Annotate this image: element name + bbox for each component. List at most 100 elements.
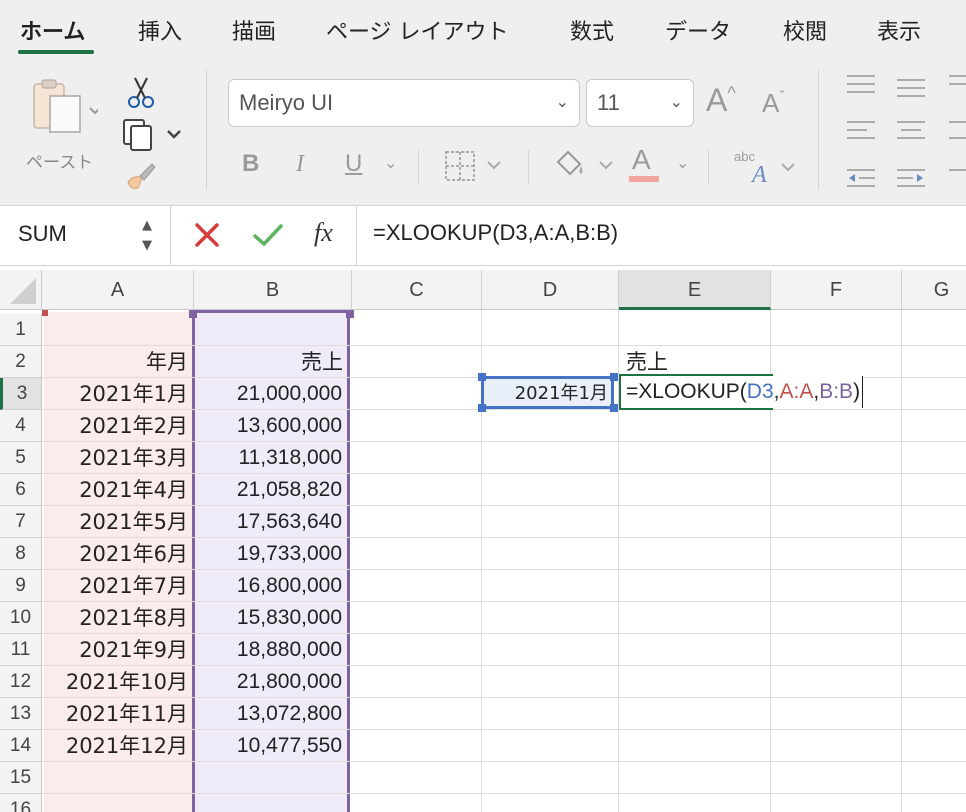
paste-button[interactable] [28, 76, 101, 138]
tab-draw[interactable]: 描画 [232, 14, 276, 46]
cell-sales[interactable]: 19,733,000 [195, 538, 347, 570]
cell-sales[interactable]: 17,563,640 [195, 506, 347, 538]
tab-data[interactable]: データ [665, 14, 731, 46]
column-header-c[interactable]: C [352, 270, 482, 310]
column-header-e[interactable]: E [619, 270, 771, 310]
chevron-down-icon: ⌄ [669, 94, 683, 111]
cell-b2[interactable]: 売上 [195, 346, 347, 378]
cell-sales[interactable]: 16,800,000 [195, 570, 347, 602]
row-header[interactable]: 8 [0, 538, 42, 570]
cell-sales[interactable]: 13,600,000 [195, 410, 347, 442]
tab-review[interactable]: 校閲 [783, 14, 827, 46]
shrink-font-button[interactable]: Aˇ [762, 88, 785, 118]
tab-view[interactable]: 表示 [877, 14, 921, 46]
row-header[interactable]: 16 [0, 794, 42, 812]
format-painter-button[interactable] [124, 160, 158, 196]
select-all-corner[interactable] [0, 270, 42, 310]
range-handle[interactable] [478, 373, 486, 381]
fill-color-button[interactable] [552, 148, 616, 186]
row-header[interactable]: 2 [0, 346, 42, 378]
text-orientation-icon: A [750, 158, 798, 190]
name-box-stepper[interactable]: ▲ ▼ [142, 216, 152, 256]
column-header-a[interactable]: A [42, 270, 194, 310]
underline-button[interactable]: U [345, 152, 362, 176]
tab-home[interactable]: ホーム [20, 14, 85, 46]
grow-font-button[interactable]: A^ [706, 84, 736, 116]
borders-icon [445, 151, 501, 181]
range-handle[interactable] [478, 404, 486, 412]
row-header[interactable]: 5 [0, 442, 42, 474]
cell-month[interactable]: 2021年11月 [44, 698, 192, 730]
row-header[interactable]: 7 [0, 506, 42, 538]
cell-sales[interactable]: 15,830,000 [195, 602, 347, 634]
cell-month[interactable]: 2021年8月 [44, 602, 192, 634]
caret-up-icon: ^ [727, 83, 736, 103]
row-header[interactable]: 9 [0, 570, 42, 602]
cell-d3[interactable]: 2021年1月 [481, 376, 614, 409]
row-header[interactable]: 11 [0, 634, 42, 666]
font-color-button[interactable]: A [632, 146, 651, 174]
insert-function-button[interactable]: fx [314, 218, 333, 248]
ribbon: ホーム 挿入 描画 ページ レイアウト 数式 データ 校閲 表示 ペースト Me… [0, 0, 966, 205]
row-header[interactable]: 10 [0, 602, 42, 634]
font-size-dropdown[interactable]: 11 ⌄ [586, 79, 694, 127]
cell-month[interactable]: 2021年4月 [44, 474, 192, 506]
font-name-dropdown[interactable]: Meiryo UI ⌄ [228, 79, 580, 127]
cancel-button[interactable] [194, 222, 220, 252]
column-header-d[interactable]: D [482, 270, 619, 310]
cell-month[interactable]: 2021年10月 [44, 666, 192, 698]
formula-input[interactable]: =XLOOKUP(D3,A:A,B:B) [373, 220, 618, 246]
chevron-down-icon[interactable]: ⌄ [676, 156, 689, 172]
row-header[interactable]: 14 [0, 730, 42, 762]
cell-month[interactable]: 2021年3月 [44, 442, 192, 474]
cell-sales[interactable]: 21,058,820 [195, 474, 347, 506]
cell-month[interactable]: 2021年5月 [44, 506, 192, 538]
cell-sales[interactable]: 13,072,800 [195, 698, 347, 730]
cut-button[interactable] [125, 76, 157, 114]
cell-month[interactable]: 2021年1月 [44, 378, 192, 410]
name-box[interactable]: SUM [18, 221, 67, 247]
shrink-font-icon: A [762, 88, 780, 118]
formula-prefix: =XLOOKUP( [626, 380, 747, 403]
cell-sales[interactable]: 18,880,000 [195, 634, 347, 666]
column-header-b[interactable]: B [194, 270, 352, 310]
tab-insert[interactable]: 挿入 [138, 14, 182, 46]
row-header[interactable]: 6 [0, 474, 42, 506]
cell-month[interactable]: 2021年12月 [44, 730, 192, 762]
column-header-f[interactable]: F [771, 270, 902, 310]
scissors-icon [128, 77, 154, 108]
row-header[interactable]: 3 [0, 378, 42, 410]
borders-button[interactable] [444, 150, 504, 186]
cell-month[interactable]: 2021年7月 [44, 570, 192, 602]
cell-sales[interactable]: 10,477,550 [195, 730, 347, 762]
grow-font-icon: A [706, 82, 728, 118]
column-header-g[interactable]: G [902, 270, 966, 310]
tab-page-layout[interactable]: ページ レイアウト [326, 14, 509, 46]
cell-sales[interactable]: 21,000,000 [195, 378, 347, 410]
cell-month[interactable]: 2021年9月 [44, 634, 192, 666]
bold-button[interactable]: B [242, 152, 259, 176]
copy-button[interactable] [122, 117, 186, 155]
checkmark-icon [253, 224, 283, 246]
enter-button[interactable] [252, 222, 284, 252]
chevron-down-icon[interactable]: ⌄ [384, 156, 397, 172]
cell-sales[interactable]: 11,318,000 [195, 442, 347, 474]
row-header[interactable]: 12 [0, 666, 42, 698]
font-color-icon: A [632, 144, 651, 175]
tab-formulas[interactable]: 数式 [570, 14, 614, 46]
caret-down-icon: ˇ [779, 89, 785, 106]
row-header[interactable]: 1 [0, 314, 42, 346]
cell-sales[interactable]: 21,800,000 [195, 666, 347, 698]
cell-month[interactable]: 2021年2月 [44, 410, 192, 442]
range-handle[interactable] [610, 404, 618, 412]
range-handle[interactable] [610, 373, 618, 381]
x-icon [195, 223, 219, 247]
cell-e3-editor[interactable]: =XLOOKUP(D3,A:A,B:B) [626, 376, 864, 408]
cell-month[interactable]: 2021年6月 [44, 538, 192, 570]
formula-suffix: ) [853, 380, 861, 403]
row-header[interactable]: 15 [0, 762, 42, 794]
row-header[interactable]: 4 [0, 410, 42, 442]
row-header[interactable]: 13 [0, 698, 42, 730]
cell-a2[interactable]: 年月 [44, 346, 192, 378]
italic-button[interactable]: I [296, 152, 304, 176]
